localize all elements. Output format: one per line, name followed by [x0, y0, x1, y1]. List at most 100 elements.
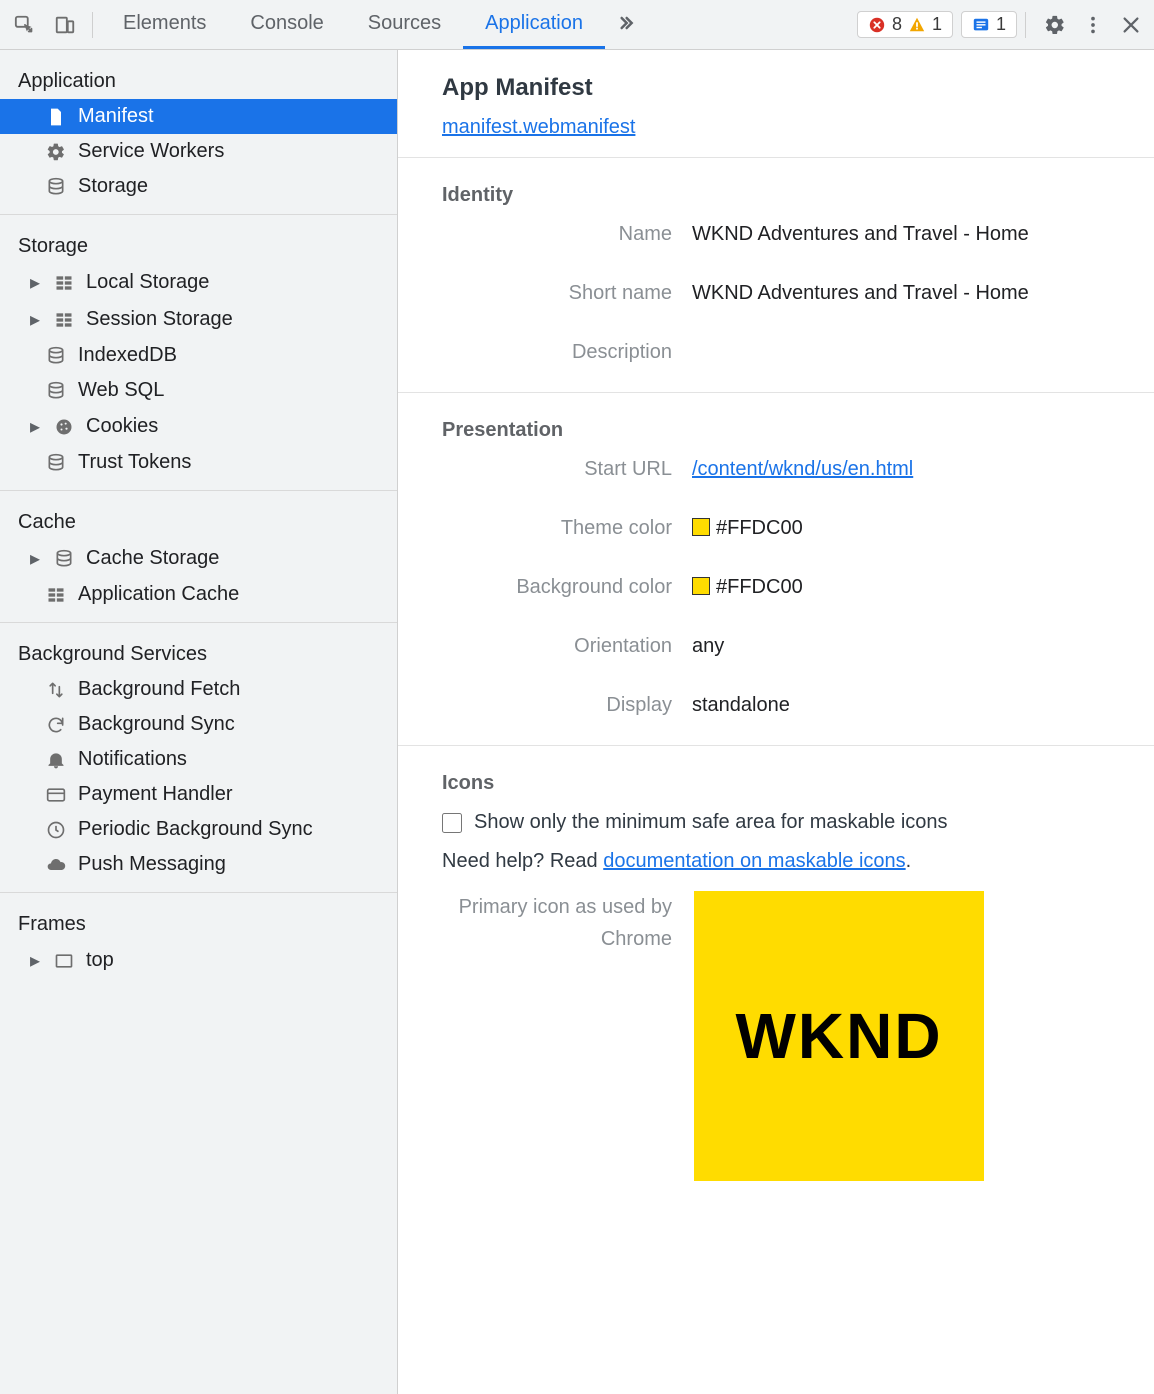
sidebar-section-application: Application Manifest Service Workers Sto…	[0, 50, 397, 215]
tab-application[interactable]: Application	[463, 0, 605, 49]
error-count: 8	[892, 14, 902, 35]
divider	[398, 392, 1154, 393]
gear-icon	[44, 142, 68, 162]
sidebar-item-cache-storage[interactable]: ▸ Cache Storage	[0, 540, 397, 577]
identity-grid: Name WKND Adventures and Travel - Home S…	[442, 223, 1124, 364]
sidebar-item-label: Payment Handler	[78, 783, 233, 806]
maskable-docs-link[interactable]: documentation on maskable icons	[603, 850, 905, 872]
database-icon	[44, 453, 68, 473]
caret-right-icon: ▸	[28, 546, 42, 571]
field-value: #FFDC00	[692, 517, 1124, 540]
sidebar-item-label: Web SQL	[78, 379, 164, 402]
sidebar-item-label: Manifest	[78, 105, 154, 128]
field-label: Display	[442, 694, 672, 717]
error-icon	[868, 16, 886, 34]
field-label: Name	[442, 223, 672, 246]
sidebar-item-label: top	[86, 949, 114, 972]
sidebar-item-storage[interactable]: Storage	[0, 169, 397, 204]
field-value: any	[692, 635, 1124, 658]
sidebar-item-label: Local Storage	[86, 271, 209, 294]
separator	[1025, 12, 1026, 38]
right-tools	[1044, 14, 1142, 36]
tab-elements[interactable]: Elements	[101, 0, 228, 49]
help-text: Need help? Read	[442, 850, 603, 872]
caret-right-icon: ▸	[28, 307, 42, 332]
presentation-grid: Start URL /content/wknd/us/en.html Theme…	[442, 458, 1124, 717]
sidebar-item-label: Session Storage	[86, 308, 233, 331]
manifest-link[interactable]: manifest.webmanifest	[442, 116, 635, 139]
cloud-icon	[44, 855, 68, 875]
field-label: Description	[442, 341, 672, 364]
section-heading-identity: Identity	[442, 184, 1124, 207]
divider	[398, 157, 1154, 158]
tab-console[interactable]: Console	[228, 0, 345, 49]
maskable-help-line: Need help? Read documentation on maskabl…	[442, 850, 1124, 873]
sidebar-heading: Application	[0, 60, 397, 99]
tab-label: Console	[250, 12, 323, 35]
sidebar-item-label: Cache Storage	[86, 547, 219, 570]
sidebar-item-payment[interactable]: Payment Handler	[0, 777, 397, 812]
warning-icon	[908, 16, 926, 34]
sidebar-item-session-storage[interactable]: ▸ Session Storage	[0, 301, 397, 338]
primary-icon-row: Primary icon as used by Chrome WKND	[442, 891, 1124, 1181]
sidebar-item-service-workers[interactable]: Service Workers	[0, 134, 397, 169]
tab-label: Application	[485, 12, 583, 35]
close-icon[interactable]	[1120, 14, 1142, 36]
issue-counters: 8 1 1	[857, 11, 1017, 38]
sidebar-item-label: Notifications	[78, 748, 187, 771]
error-count-pill[interactable]: 8 1	[857, 11, 953, 38]
sidebar-section-storage: Storage ▸ Local Storage ▸ Session Storag…	[0, 215, 397, 491]
sidebar-item-notifications[interactable]: Notifications	[0, 742, 397, 777]
sidebar-heading: Storage	[0, 225, 397, 264]
color-swatch	[692, 518, 710, 536]
sidebar-item-label: Application Cache	[78, 583, 239, 606]
start-url-link[interactable]: /content/wknd/us/en.html	[692, 458, 913, 480]
sidebar-heading: Cache	[0, 501, 397, 540]
frame-icon	[52, 951, 76, 971]
sidebar-item-bg-fetch[interactable]: Background Fetch	[0, 672, 397, 707]
field-label: Orientation	[442, 635, 672, 658]
sidebar-item-app-cache[interactable]: Application Cache	[0, 577, 397, 612]
database-icon	[52, 549, 76, 569]
manifest-panel: App Manifest manifest.webmanifest Identi…	[398, 50, 1154, 1394]
field-label: Background color	[442, 576, 672, 599]
sidebar-item-label: Cookies	[86, 415, 158, 438]
icon-caption: Primary icon as used by Chrome	[442, 891, 672, 955]
sidebar-item-periodic-sync[interactable]: Periodic Background Sync	[0, 812, 397, 847]
issues-count: 1	[996, 14, 1006, 35]
maskable-checkbox-row[interactable]: Show only the minimum safe area for mask…	[442, 811, 1124, 834]
maskable-checkbox[interactable]	[442, 813, 462, 833]
sidebar-item-top-frame[interactable]: ▸ top	[0, 942, 397, 979]
sidebar-item-label: Service Workers	[78, 140, 224, 163]
inspect-element-icon[interactable]	[6, 6, 44, 44]
issues-pill[interactable]: 1	[961, 11, 1017, 38]
section-heading-icons: Icons	[442, 772, 1124, 795]
sidebar-item-label: Background Fetch	[78, 678, 240, 701]
field-label: Start URL	[442, 458, 672, 481]
sidebar-item-cookies[interactable]: ▸ Cookies	[0, 408, 397, 445]
separator	[92, 12, 93, 38]
sidebar-item-indexeddb[interactable]: IndexedDB	[0, 338, 397, 373]
sidebar-item-local-storage[interactable]: ▸ Local Storage	[0, 264, 397, 301]
sidebar-item-manifest[interactable]: Manifest	[0, 99, 397, 134]
sync-icon	[44, 715, 68, 735]
field-value: #FFDC00	[692, 576, 1124, 599]
sidebar-item-label: Storage	[78, 175, 148, 198]
page-title: App Manifest	[442, 74, 1124, 102]
caret-right-icon: ▸	[28, 270, 42, 295]
sidebar-item-push[interactable]: Push Messaging	[0, 847, 397, 882]
card-icon	[44, 785, 68, 805]
database-icon	[44, 177, 68, 197]
device-toolbar-icon[interactable]	[46, 6, 84, 44]
sidebar-item-bg-sync[interactable]: Background Sync	[0, 707, 397, 742]
kebab-menu-icon[interactable]	[1082, 14, 1104, 36]
tab-label: Elements	[123, 12, 206, 35]
table-icon	[52, 310, 76, 330]
sidebar-heading: Frames	[0, 903, 397, 942]
tab-more[interactable]	[605, 0, 645, 49]
sidebar-item-websql[interactable]: Web SQL	[0, 373, 397, 408]
settings-icon[interactable]	[1044, 14, 1066, 36]
tab-sources[interactable]: Sources	[346, 0, 463, 49]
panel-tabs: Elements Console Sources Application	[101, 0, 645, 49]
sidebar-item-trust-tokens[interactable]: Trust Tokens	[0, 445, 397, 480]
